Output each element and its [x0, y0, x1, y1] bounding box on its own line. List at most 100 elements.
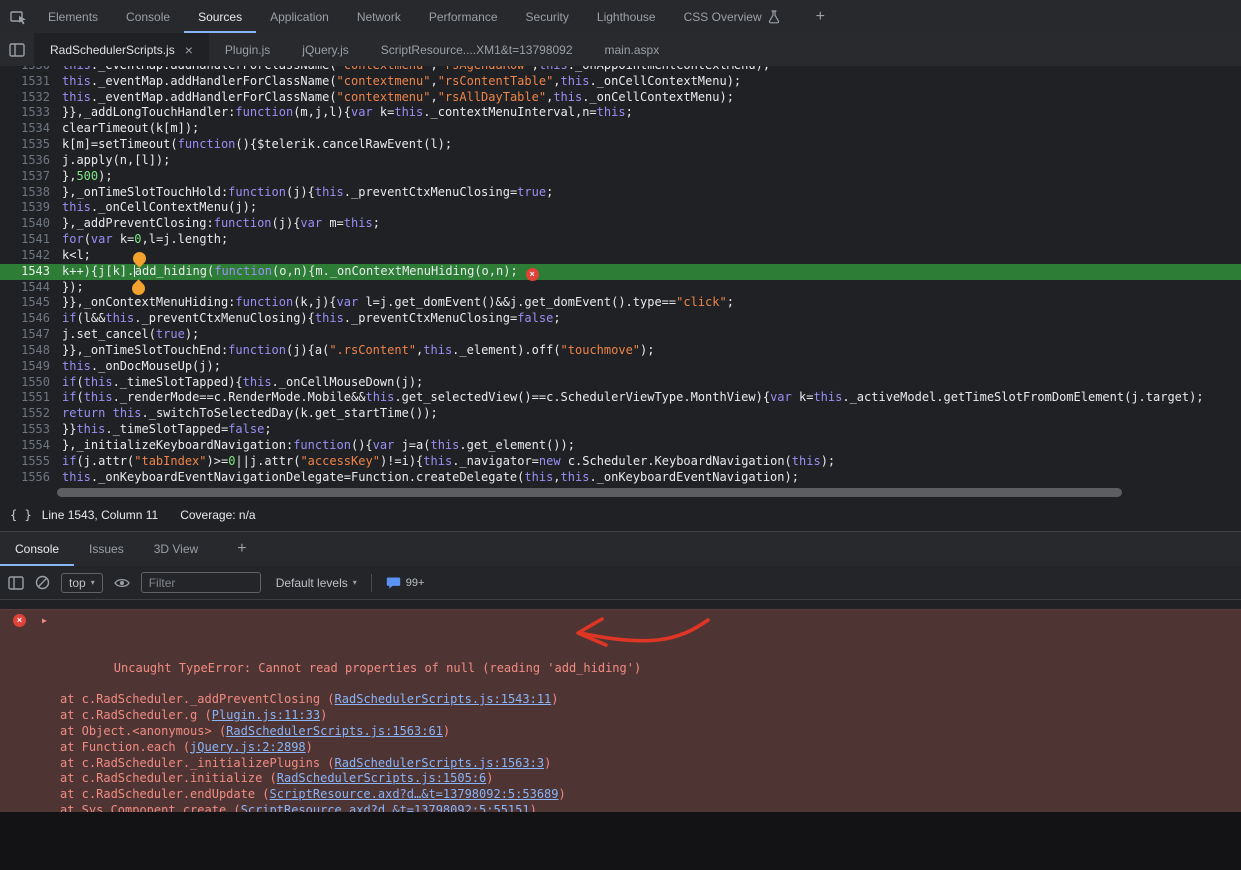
- line-number[interactable]: 1543: [0, 264, 62, 280]
- navigator-panel-toggle-icon[interactable]: [0, 33, 34, 66]
- stack-link[interactable]: RadSchedulerScripts.js:1505:6: [277, 771, 487, 785]
- code-text[interactable]: },_onTimeSlotTouchHold:function(j){this.…: [62, 185, 553, 201]
- console-sidebar-toggle-icon[interactable]: [8, 576, 24, 590]
- stack-link[interactable]: RadSchedulerScripts.js:1543:11: [335, 692, 552, 706]
- code-text[interactable]: this._onKeyboardEventNavigationDelegate=…: [62, 470, 799, 486]
- drawer-tab-console[interactable]: Console: [0, 532, 74, 566]
- code-text[interactable]: k<l;: [62, 248, 91, 264]
- line-number[interactable]: 1539: [0, 200, 62, 216]
- line-number[interactable]: 1550: [0, 375, 62, 391]
- line-number[interactable]: 1540: [0, 216, 62, 232]
- stack-link[interactable]: Plugin.js:11:33: [212, 708, 320, 722]
- code-text[interactable]: j.apply(n,[l]);: [62, 153, 170, 169]
- error-text: Uncaught TypeError: Cannot read properti…: [114, 661, 641, 675]
- stack-link[interactable]: RadSchedulerScripts.js:1563:3: [335, 756, 545, 770]
- file-tab-plugin-js[interactable]: Plugin.js: [209, 33, 286, 66]
- main-tab-sources[interactable]: Sources: [184, 0, 256, 33]
- line-number[interactable]: 1536: [0, 153, 62, 169]
- file-tab-radschedulerscripts-js[interactable]: RadSchedulerScripts.js×: [34, 33, 209, 66]
- line-number[interactable]: 1531: [0, 74, 62, 90]
- line-number[interactable]: 1530: [0, 66, 62, 74]
- line-number[interactable]: 1555: [0, 454, 62, 470]
- console-error-message: × ▶ Uncaught TypeError: Cannot read prop…: [0, 609, 1241, 812]
- line-number[interactable]: 1544: [0, 280, 62, 296]
- code-text[interactable]: if(this._timeSlotTapped){this._onCellMou…: [62, 375, 423, 391]
- code-text[interactable]: clearTimeout(k[m]);: [62, 121, 199, 137]
- code-text[interactable]: k++){j[k].add_hiding(function(o,n){m._on…: [62, 264, 539, 280]
- line-number[interactable]: 1534: [0, 121, 62, 137]
- main-tab-css-overview[interactable]: CSS Overview: [670, 0, 794, 33]
- main-tab-security[interactable]: Security: [512, 0, 583, 33]
- code-text[interactable]: },_addPreventClosing:function(j){var m=t…: [62, 216, 380, 232]
- tab-label: Elements: [48, 10, 98, 24]
- line-number[interactable]: 1554: [0, 438, 62, 454]
- code-text[interactable]: if(j.attr("tabIndex")>=0||j.attr("access…: [62, 454, 835, 470]
- code-line-1539: 1539this._onCellContextMenu(j);: [0, 200, 1241, 216]
- line-number[interactable]: 1535: [0, 137, 62, 153]
- stack-link[interactable]: ScriptResource.axd?d…&t=13798092:5:55151: [241, 803, 530, 812]
- console-messages: × ▶ Uncaught TypeError: Cannot read prop…: [0, 609, 1241, 812]
- scrollbar-thumb[interactable]: [57, 488, 1122, 497]
- clear-console-icon[interactable]: [35, 575, 50, 590]
- code-text[interactable]: }},_onContextMenuHiding:function(k,j){va…: [62, 295, 734, 311]
- stack-link[interactable]: ScriptResource.axd?d…&t=13798092:5:53689: [270, 787, 559, 801]
- code-text[interactable]: }},_onTimeSlotTouchEnd:function(j){a(".r…: [62, 343, 654, 359]
- drawer-tab-3d-view[interactable]: 3D View: [139, 532, 213, 566]
- code-text[interactable]: for(var k=0,l=j.length;: [62, 232, 228, 248]
- code-text[interactable]: this._onDocMouseUp(j);: [62, 359, 221, 375]
- code-text[interactable]: return this._switchToSelectedDay(k.get_s…: [62, 406, 438, 422]
- code-text[interactable]: this._eventMap.addHandlerForClassName("c…: [62, 66, 770, 74]
- line-number[interactable]: 1533: [0, 105, 62, 121]
- code-text[interactable]: if(this._renderMode==c.RenderMode.Mobile…: [62, 390, 1204, 406]
- line-number[interactable]: 1537: [0, 169, 62, 185]
- main-tab-application[interactable]: Application: [256, 0, 343, 33]
- stack-link[interactable]: RadSchedulerScripts.js:1563:61: [226, 724, 443, 738]
- file-tab-label: Plugin.js: [225, 43, 270, 57]
- line-number[interactable]: 1541: [0, 232, 62, 248]
- line-number[interactable]: 1538: [0, 185, 62, 201]
- code-text[interactable]: }},_addLongTouchHandler:function(m,j,l){…: [62, 105, 633, 121]
- stack-link[interactable]: jQuery.js:2:2898: [190, 740, 306, 754]
- file-tab-jquery-js[interactable]: jQuery.js: [286, 33, 364, 66]
- line-number[interactable]: 1545: [0, 295, 62, 311]
- line-number[interactable]: 1552: [0, 406, 62, 422]
- code-text[interactable]: },_initializeKeyboardNavigation:function…: [62, 438, 575, 454]
- expand-triangle-icon[interactable]: ▶: [42, 613, 47, 629]
- line-number[interactable]: 1556: [0, 470, 62, 486]
- code-text[interactable]: j.set_cancel(true);: [62, 327, 199, 343]
- line-number[interactable]: 1551: [0, 390, 62, 406]
- line-number[interactable]: 1532: [0, 90, 62, 106]
- line-number[interactable]: 1549: [0, 359, 62, 375]
- main-tab-elements[interactable]: Elements: [34, 0, 112, 33]
- file-tab-scriptresource-xm1-t-13798092[interactable]: ScriptResource....XM1&t=13798092: [365, 33, 589, 66]
- filter-input[interactable]: [141, 572, 261, 593]
- main-tab-lighthouse[interactable]: Lighthouse: [583, 0, 670, 33]
- line-number[interactable]: 1542: [0, 248, 62, 264]
- log-levels-dropdown[interactable]: Default levels ▾: [276, 576, 357, 590]
- line-number[interactable]: 1553: [0, 422, 62, 438]
- code-text[interactable]: });: [62, 280, 84, 296]
- javascript-context-selector[interactable]: top ▾: [61, 573, 103, 593]
- code-text[interactable]: if(l&&this._preventCtxMenuClosing){this.…: [62, 311, 561, 327]
- issues-counter[interactable]: 99+: [386, 576, 425, 590]
- code-text[interactable]: this._onCellContextMenu(j);: [62, 200, 257, 216]
- more-panels-button[interactable]: +: [816, 9, 825, 25]
- code-text[interactable]: this._eventMap.addHandlerForClassName("c…: [62, 90, 734, 106]
- live-expression-eye-icon[interactable]: [114, 577, 130, 589]
- inspect-element-icon[interactable]: [10, 9, 28, 25]
- drawer-tab-issues[interactable]: Issues: [74, 532, 139, 566]
- main-tab-performance[interactable]: Performance: [415, 0, 512, 33]
- code-text[interactable]: this._eventMap.addHandlerForClassName("c…: [62, 74, 741, 90]
- pretty-print-button[interactable]: { }: [10, 508, 32, 522]
- line-number[interactable]: 1548: [0, 343, 62, 359]
- code-text[interactable]: },500);: [62, 169, 113, 185]
- line-number[interactable]: 1546: [0, 311, 62, 327]
- close-tab-icon[interactable]: ×: [185, 43, 193, 57]
- line-number[interactable]: 1547: [0, 327, 62, 343]
- main-tab-network[interactable]: Network: [343, 0, 415, 33]
- main-tab-console[interactable]: Console: [112, 0, 184, 33]
- file-tab-main-aspx[interactable]: main.aspx: [589, 33, 676, 66]
- code-text[interactable]: k[m]=setTimeout(function(){$telerik.canc…: [62, 137, 452, 153]
- code-text[interactable]: }}this._timeSlotTapped=false;: [62, 422, 272, 438]
- add-drawer-tab-button[interactable]: +: [237, 540, 246, 558]
